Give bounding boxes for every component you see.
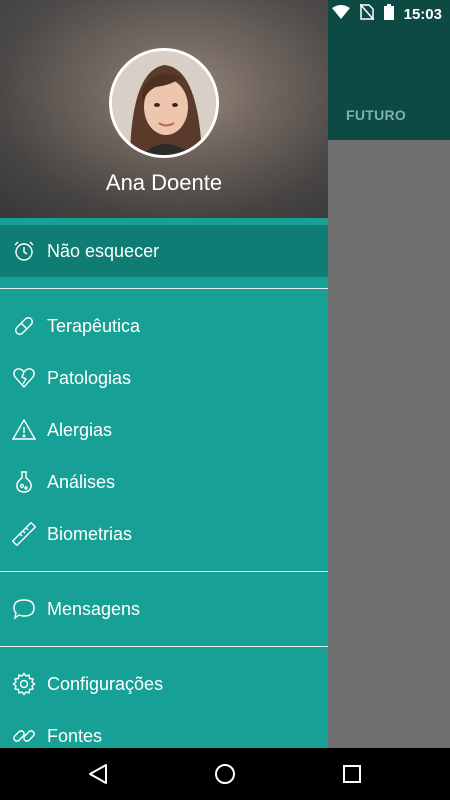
menu-item-label: Terapêutica xyxy=(47,315,141,336)
status-time: 15:03 xyxy=(403,6,442,23)
tab-futuro[interactable]: FUTURO xyxy=(346,107,406,123)
drawer-header: Ana Doente xyxy=(0,0,328,218)
back-icon[interactable] xyxy=(86,762,110,786)
menu-item-mensagens[interactable]: Mensagens xyxy=(0,583,328,635)
flask-icon xyxy=(12,470,36,494)
menu-item-nao-esquecer[interactable]: Não esquecer xyxy=(0,218,328,277)
menu-item-biometrias[interactable]: Biometrias xyxy=(0,508,328,560)
menu-item-label: Biometrias xyxy=(47,523,133,544)
alarm-clock-icon xyxy=(12,239,36,263)
avatar[interactable] xyxy=(109,48,219,158)
menu-item-label: Configurações xyxy=(47,673,164,694)
menu-item-fontes[interactable]: Fontes xyxy=(0,710,328,748)
pill-icon xyxy=(12,314,36,338)
menu-item-patologias[interactable]: Patologias xyxy=(0,352,328,404)
menu-item-label: Fontes xyxy=(47,725,103,746)
menu-item-alergias[interactable]: Alergias xyxy=(0,404,328,456)
menu-item-label: Mensagens xyxy=(47,598,141,619)
menu-item-configuracoes[interactable]: Configurações xyxy=(0,658,328,710)
broken-heart-icon xyxy=(12,366,36,390)
no-signal-icon xyxy=(359,3,375,25)
status-bar: 15:03 xyxy=(0,0,450,26)
ruler-icon xyxy=(12,522,36,546)
wifi-icon xyxy=(331,5,350,24)
warning-icon xyxy=(12,418,36,442)
link-icon xyxy=(12,724,36,748)
battery-icon xyxy=(383,4,394,25)
menu-item-terapeutica[interactable]: Terapêutica xyxy=(0,300,328,352)
recents-icon[interactable] xyxy=(340,762,364,786)
menu-item-label: Não esquecer xyxy=(47,240,160,261)
menu-item-label: Análises xyxy=(47,471,116,492)
home-icon[interactable] xyxy=(213,762,237,786)
drawer-menu: Não esquecer Terapêutica Patologias Aler… xyxy=(0,218,328,748)
menu-item-label: Alergias xyxy=(47,419,113,440)
menu-item-label: Patologias xyxy=(47,367,132,388)
gear-icon xyxy=(12,672,36,696)
user-name: Ana Doente xyxy=(105,170,223,195)
navigation-drawer: Ana Doente Não esquecer Terapêutica Pato… xyxy=(0,0,328,748)
system-nav-bar xyxy=(0,748,450,800)
chat-bubble-icon xyxy=(12,597,36,621)
menu-item-analises[interactable]: Análises xyxy=(0,456,328,508)
